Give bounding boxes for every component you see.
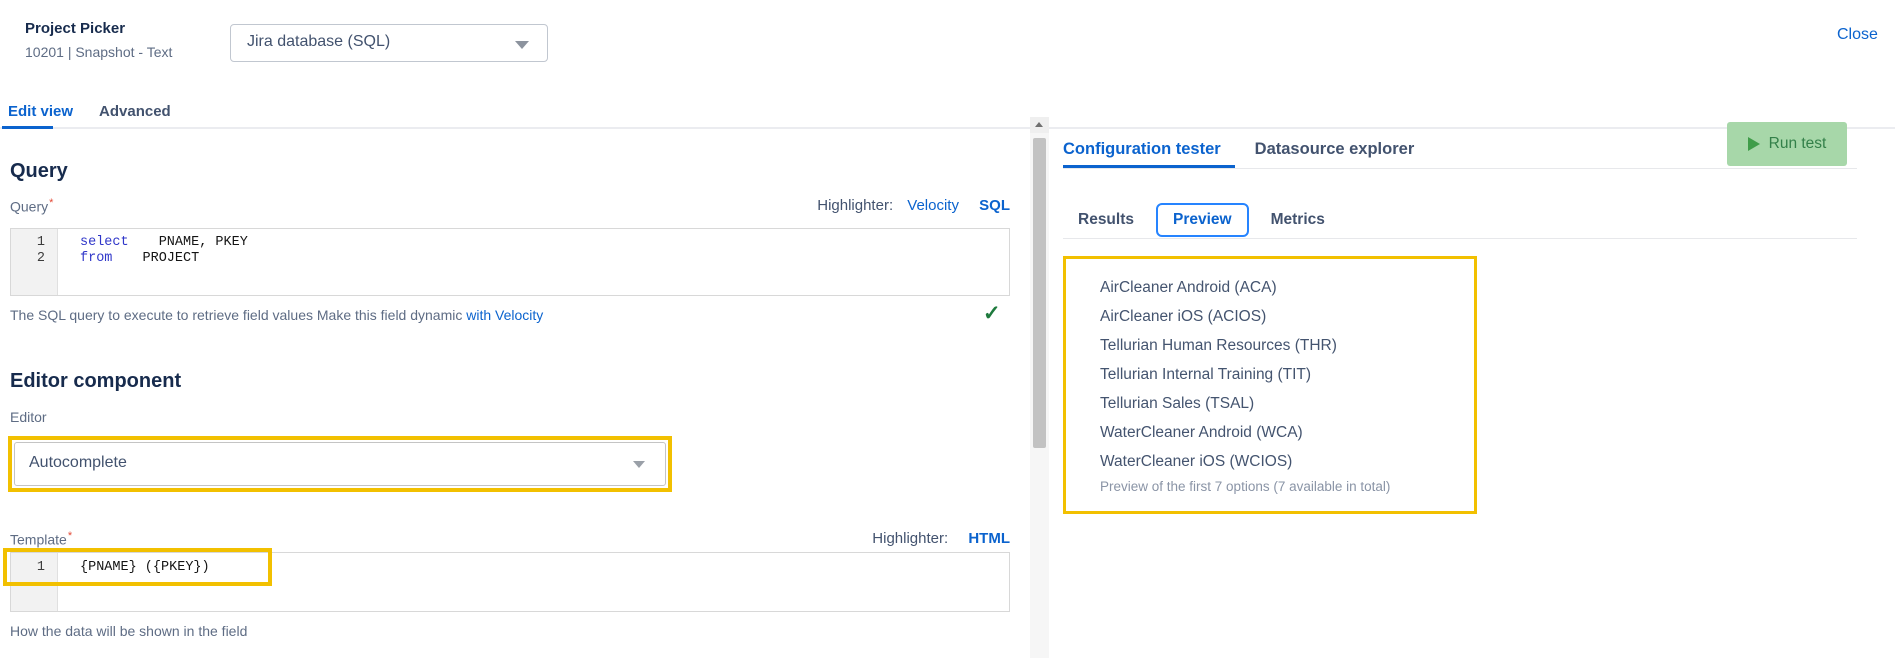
subtab-preview[interactable]: Preview xyxy=(1156,203,1249,237)
tab-edit-view[interactable]: Edit view xyxy=(8,103,73,120)
highlighter-option-html[interactable]: HTML xyxy=(968,530,1010,547)
editor-select-value: Autocomplete xyxy=(29,454,127,472)
query-code-editor[interactable]: 1 select PNAME, PKEY 2 from PROJECT xyxy=(10,228,1010,296)
query-section-heading: Query xyxy=(10,160,68,183)
velocity-help-link[interactable]: with Velocity xyxy=(466,307,543,323)
query-highlighter-label: Highlighter: xyxy=(817,197,893,214)
vertical-scrollbar-thumb[interactable] xyxy=(1033,138,1046,448)
tabs-divider xyxy=(0,127,1895,129)
query-valid-check-icon: ✓ xyxy=(983,301,1001,326)
field-id-subtitle: 10201 | Snapshot - Text xyxy=(25,44,172,60)
tester-active-tab-underline xyxy=(1063,165,1235,168)
preview-option: AirCleaner iOS (ACIOS) xyxy=(1100,302,1464,331)
triangle-up-icon xyxy=(1035,122,1043,127)
page-title: Project Picker xyxy=(25,20,125,37)
active-tab-underline xyxy=(2,126,53,129)
subtabs-divider xyxy=(1063,238,1857,239)
sql-code: PROJECT xyxy=(134,251,199,267)
editor-select[interactable]: Autocomplete xyxy=(14,442,666,486)
run-test-button-label: Run test xyxy=(1769,135,1827,153)
editor-component-heading: Editor component xyxy=(10,370,181,393)
sql-keyword: from xyxy=(80,251,112,267)
preview-option: AirCleaner Android (ACA) xyxy=(1100,273,1464,302)
chevron-down-icon xyxy=(633,461,645,468)
scrollbar-up-button[interactable] xyxy=(1030,117,1049,133)
result-subtabs: Results Preview Metrics xyxy=(1078,202,1325,238)
highlighter-option-sql[interactable]: SQL xyxy=(979,197,1010,214)
query-code-line: 1 select PNAME, PKEY xyxy=(11,235,1009,251)
datasource-select[interactable]: Jira database (SQL) xyxy=(230,24,548,62)
close-link[interactable]: Close xyxy=(1837,26,1878,44)
query-highlighter-row: Highlighter: Velocity SQL xyxy=(10,197,1010,214)
subtab-metrics[interactable]: Metrics xyxy=(1271,211,1325,229)
editor-select-highlight: Autocomplete xyxy=(8,436,672,492)
highlighter-option-velocity[interactable]: Velocity xyxy=(907,197,959,214)
sql-code: PNAME, PKEY xyxy=(151,235,248,251)
chevron-down-icon xyxy=(515,41,529,49)
query-code-line: 2 from PROJECT xyxy=(11,251,1009,267)
template-highlighter-row: Highlighter: HTML xyxy=(10,530,1010,547)
subtab-preview-label: Preview xyxy=(1173,211,1232,229)
line-number: 2 xyxy=(11,251,58,267)
preview-footer-note: Preview of the first 7 options (7 availa… xyxy=(1100,479,1464,494)
preview-results-box: AirCleaner Android (ACA) AirCleaner iOS … xyxy=(1063,256,1477,514)
preview-option: Tellurian Internal Training (TIT) xyxy=(1100,360,1464,389)
subtab-results[interactable]: Results xyxy=(1078,211,1134,229)
template-code: {PNAME} ({PKEY}) xyxy=(80,553,210,583)
field-configuration-page: Project Picker 10201 | Snapshot - Text J… xyxy=(0,0,1895,658)
tab-configuration-tester[interactable]: Configuration tester xyxy=(1063,140,1221,159)
tester-tabs-divider xyxy=(1063,168,1857,169)
template-code-line: 1 {PNAME} ({PKEY}) xyxy=(11,553,1009,583)
tab-advanced[interactable]: Advanced xyxy=(99,103,171,120)
datasource-select-value: Jira database (SQL) xyxy=(247,33,390,51)
template-code-editor[interactable]: 1 {PNAME} ({PKEY}) xyxy=(10,552,1010,612)
query-help-text: The SQL query to execute to retrieve fie… xyxy=(10,307,543,323)
tab-datasource-explorer[interactable]: Datasource explorer xyxy=(1255,140,1415,159)
play-icon xyxy=(1748,137,1760,151)
line-number: 1 xyxy=(11,235,58,251)
sql-keyword: select xyxy=(80,235,129,251)
preview-option: WaterCleaner iOS (WCIOS) xyxy=(1100,447,1464,476)
line-number: 1 xyxy=(11,553,58,583)
template-help-text: How the data will be shown in the field xyxy=(10,623,247,639)
preview-option: Tellurian Sales (TSAL) xyxy=(1100,389,1464,418)
tester-tabs: Configuration tester Datasource explorer xyxy=(1063,140,1414,159)
preview-option: WaterCleaner Android (WCA) xyxy=(1100,418,1464,447)
view-tabs: Edit view Advanced xyxy=(8,103,171,120)
run-test-button[interactable]: Run test xyxy=(1727,122,1847,166)
template-highlighter-label: Highlighter: xyxy=(872,530,948,547)
query-help-text-body: The SQL query to execute to retrieve fie… xyxy=(10,307,466,323)
editor-field-label: Editor xyxy=(10,409,47,425)
preview-option: Tellurian Human Resources (THR) xyxy=(1100,331,1464,360)
